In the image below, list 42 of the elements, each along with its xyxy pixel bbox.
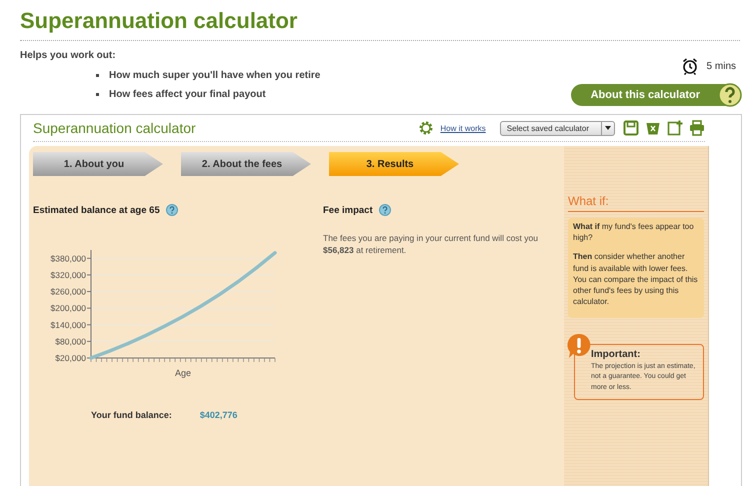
bullet-item: How fees affect your final payout (109, 89, 266, 100)
duration-text: 5 mins (706, 60, 736, 72)
help-icon (718, 83, 742, 107)
page-title: Superannuation calculator (20, 8, 740, 41)
trash-icon[interactable] (645, 120, 661, 136)
y-tick-label: $200,000 (50, 303, 86, 314)
step-tab[interactable]: 1. About you (33, 152, 163, 176)
intro-heading: Helps you work out: (20, 50, 117, 61)
fund-balance-value: $402,776 (200, 410, 238, 420)
y-tick-label: $380,000 (50, 253, 86, 264)
what-if-text: Then consider whether another fund is available with lower fees. You can compare the impact of this other fund's fees by using this calculator. (573, 251, 699, 308)
calculator-title: Superannuation calculator (33, 120, 196, 136)
bullet-item: How much super you'll have when you retire (109, 70, 320, 81)
help-icon[interactable] (166, 204, 178, 216)
y-tick-label: $80,000 (55, 336, 86, 346)
add-page-icon[interactable] (667, 120, 683, 136)
y-tick-label: $20,000 (55, 353, 86, 363)
balance-heading: Estimated balance at age 65 (33, 204, 160, 216)
y-tick-label: $320,000 (50, 270, 86, 280)
warning-icon (567, 333, 591, 360)
gear-icon (418, 120, 434, 136)
what-if-heading: What if: (568, 194, 704, 212)
about-button[interactable]: About this calculator (570, 84, 740, 106)
step-tab[interactable]: 2. About the fees (181, 152, 311, 176)
y-tick-label: $260,000 (50, 286, 86, 297)
bullet-icon (96, 93, 99, 96)
y-tick-label: $140,000 (50, 320, 86, 330)
what-if-text: What if my fund's fees appear too high? (573, 221, 695, 244)
fee-impact-text: The fees you are paying in your current fund will cost you $56,823 at retirement. (323, 232, 539, 257)
saved-calculator-select[interactable]: Select saved calculator (500, 120, 615, 136)
x-axis-label: Age (175, 368, 191, 378)
help-icon[interactable] (378, 204, 391, 216)
bullet-icon (96, 74, 99, 77)
step-tab[interactable]: 3. Results (329, 152, 459, 176)
caret-icon (605, 126, 611, 130)
alarm-clock-icon (680, 57, 699, 75)
save-icon[interactable] (623, 120, 639, 136)
fund-balance-label: Your fund balance: (91, 410, 172, 420)
how-it-works-link[interactable]: How it works (440, 124, 486, 132)
print-icon[interactable] (689, 120, 705, 136)
fee-impact-heading: Fee impact (323, 204, 373, 216)
important-heading: Important: (591, 349, 642, 360)
